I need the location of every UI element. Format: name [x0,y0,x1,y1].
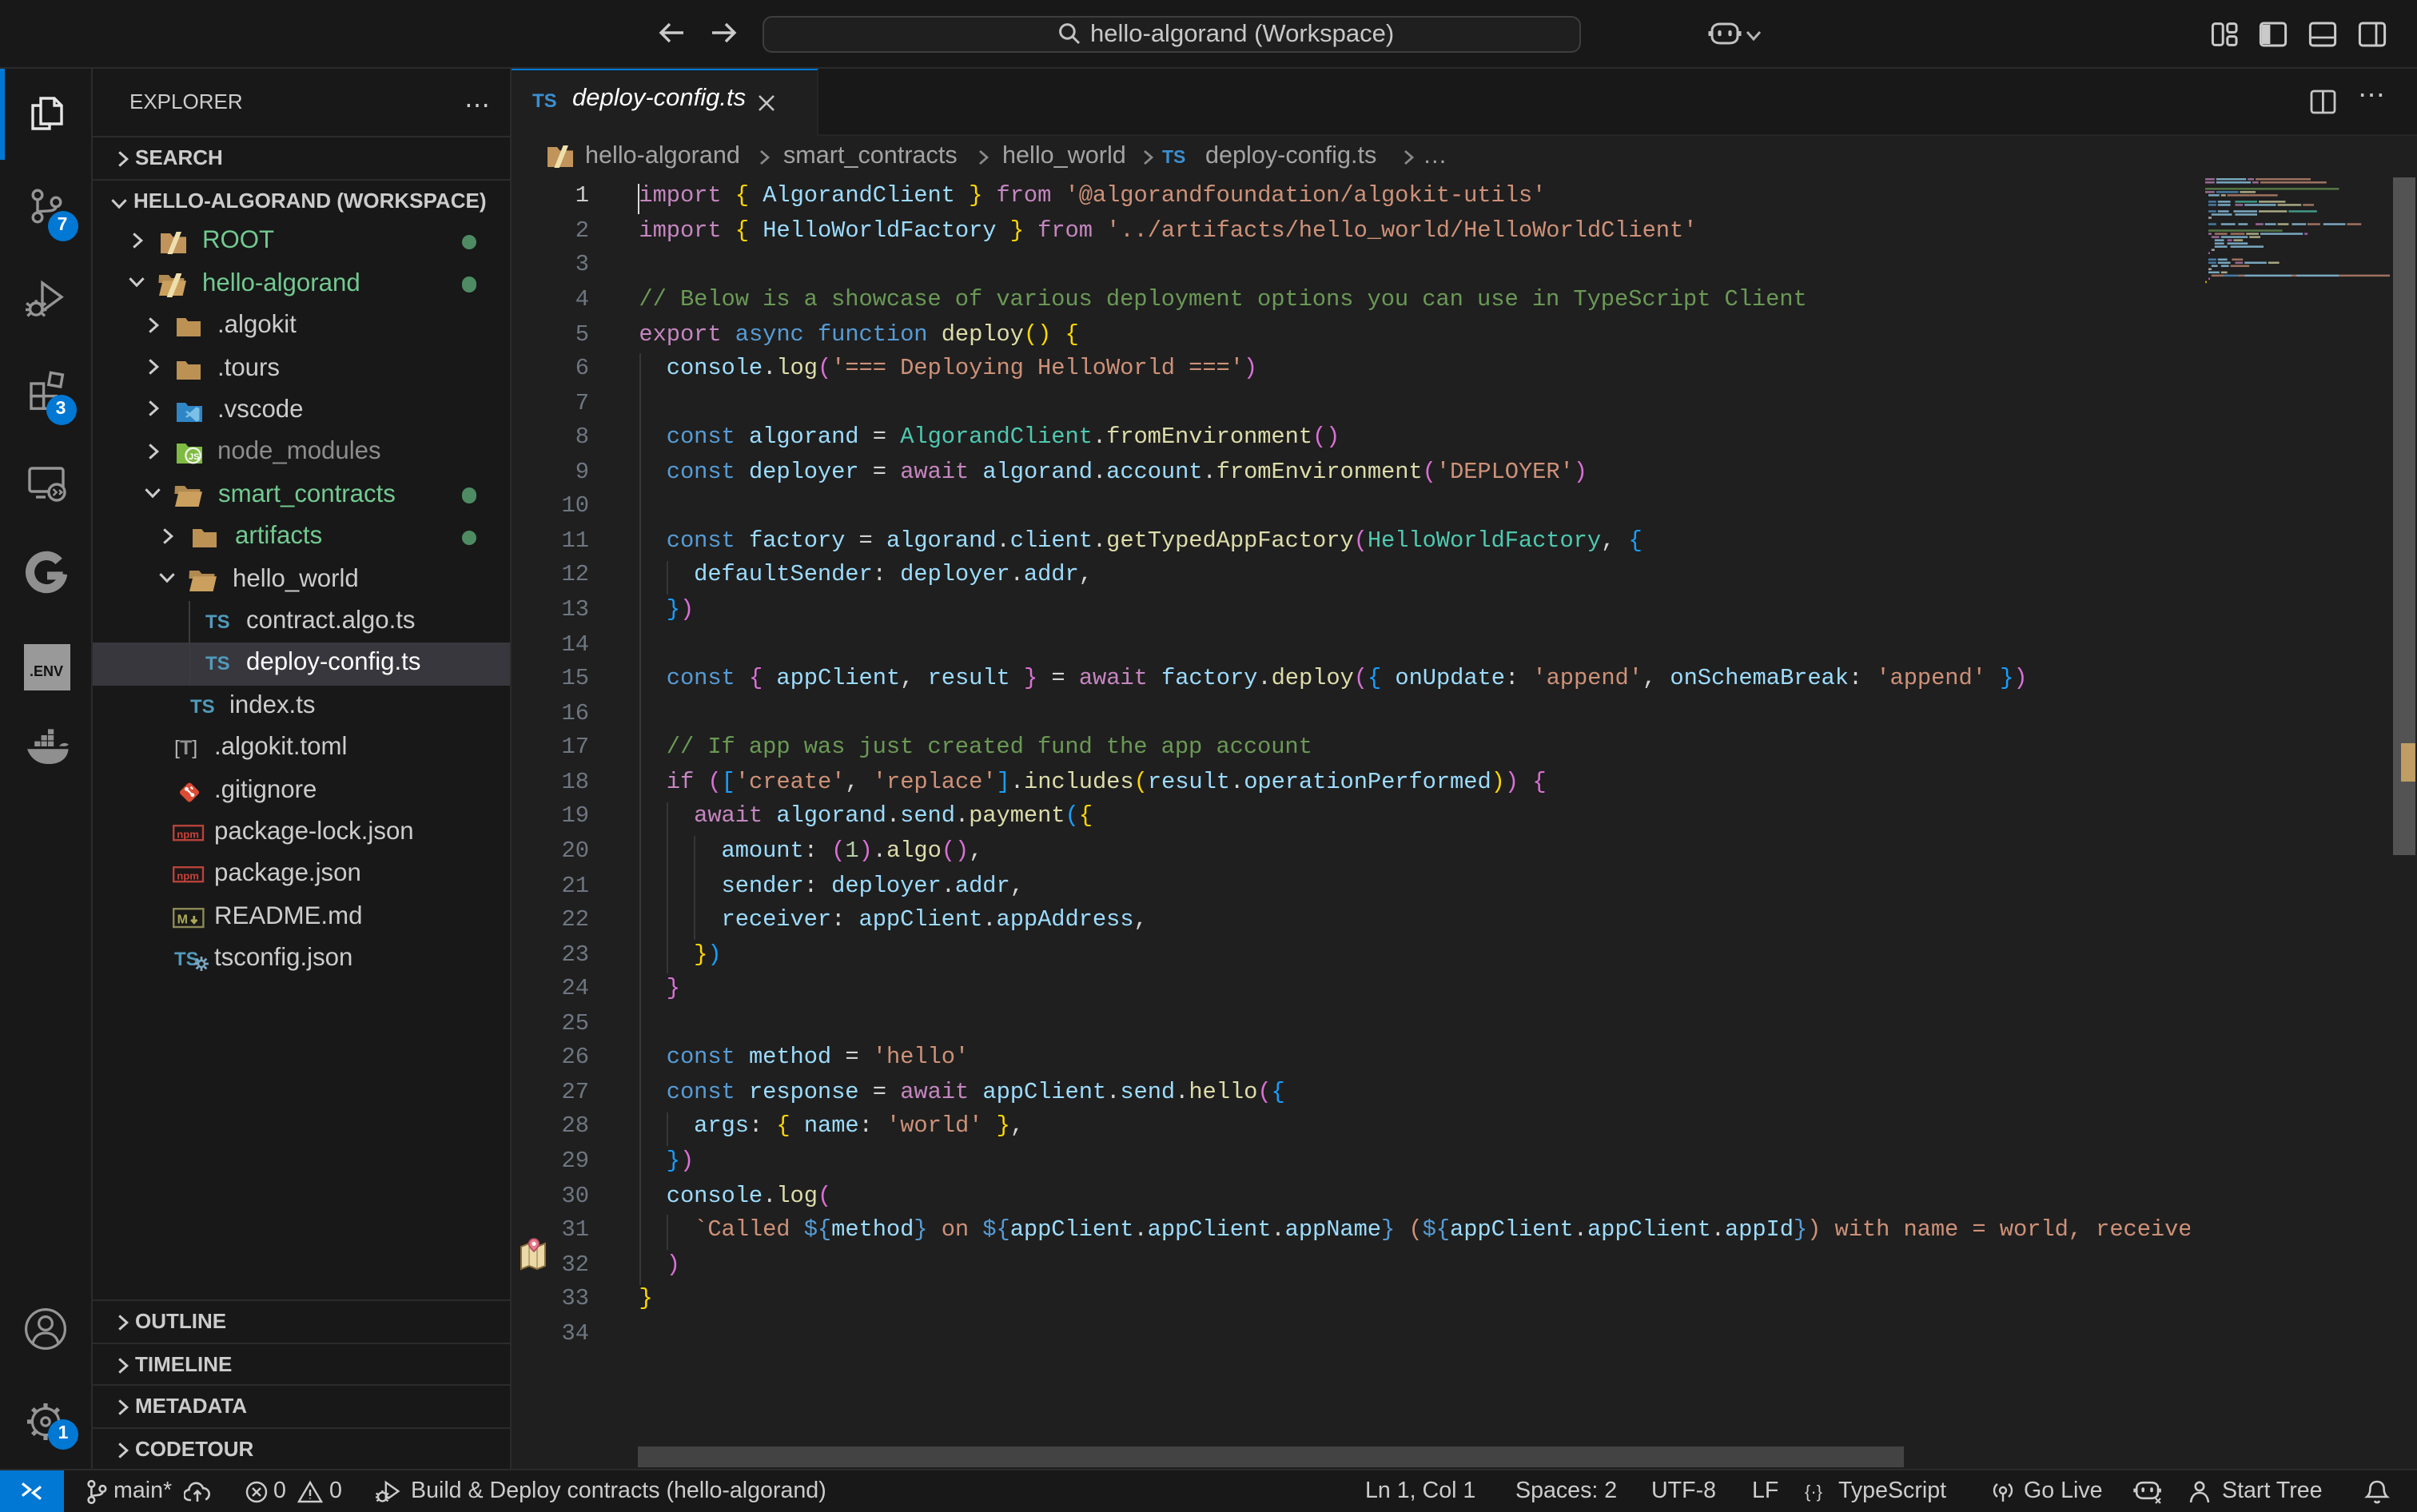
svg-text:npm: npm [176,828,198,840]
svg-text:npm: npm [176,870,198,882]
svg-text:JS: JS [188,452,198,462]
svg-text:M: M [177,913,187,926]
svg-text:{·}: {·} [1805,1482,1822,1502]
